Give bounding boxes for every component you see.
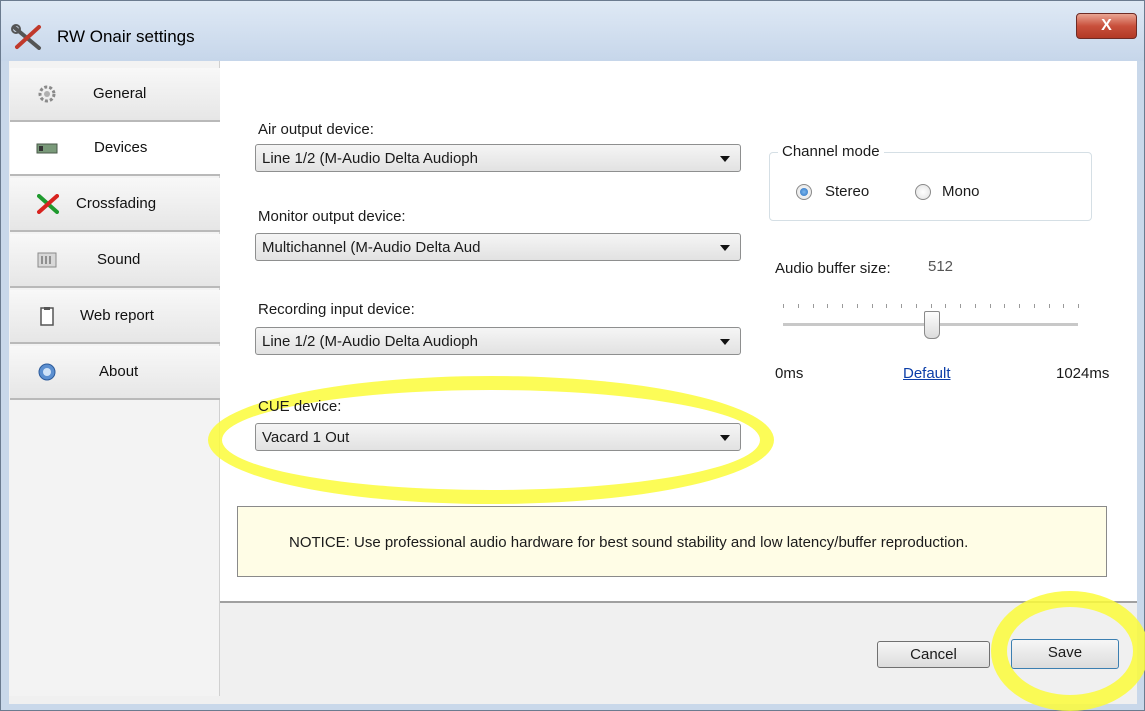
audio-buffer-label: Audio buffer size: xyxy=(775,260,891,277)
channel-mode-group: Channel mode Stereo Mono xyxy=(769,143,1092,221)
mono-label: Mono xyxy=(942,183,980,200)
sidebar-item-crossfading[interactable]: Crossfading xyxy=(10,178,221,232)
title-bar[interactable]: RW Onair settings X xyxy=(1,1,1144,61)
tools-icon xyxy=(11,24,41,50)
audio-buffer-value: 512 xyxy=(928,258,954,275)
sidebar-item-label: About xyxy=(99,363,139,380)
slider-tick xyxy=(1078,304,1079,308)
slider-tick xyxy=(945,304,946,308)
recording-input-dropdown[interactable]: Line 1/2 (M-Audio Delta Audioph xyxy=(255,327,741,355)
cancel-button[interactable]: Cancel xyxy=(877,641,990,668)
sound-card-icon xyxy=(36,143,58,154)
slider-tick xyxy=(901,304,902,308)
sidebar-item-web-report[interactable]: Web report xyxy=(10,290,221,344)
slider-tick xyxy=(886,304,887,308)
info-globe-icon xyxy=(38,363,56,381)
monitor-output-dropdown[interactable]: Multichannel (M-Audio Delta Aud xyxy=(255,233,741,261)
slider-tick xyxy=(1063,304,1064,308)
sidebar-item-label: Crossfading xyxy=(76,195,157,212)
sidebar-item-label: Web report xyxy=(80,307,154,324)
recording-input-label: Recording input device: xyxy=(258,301,415,318)
sidebar-item-about[interactable]: About xyxy=(10,346,221,400)
red-green-x-icon xyxy=(37,194,59,214)
slider-tick xyxy=(827,304,828,308)
highlight-circle xyxy=(991,591,1145,711)
channel-mode-title: Channel mode xyxy=(778,143,884,160)
slider-thumb[interactable] xyxy=(923,311,940,339)
slider-max-label: 1024ms xyxy=(1056,365,1110,382)
equalizer-icon xyxy=(37,252,57,268)
slider-tick xyxy=(931,304,932,308)
slider-tick xyxy=(990,304,991,308)
notice-text: NOTICE: Use professional audio hardware … xyxy=(289,534,969,551)
clipboard-icon xyxy=(40,307,54,326)
sidebar-item-sound[interactable]: Sound xyxy=(10,234,221,288)
cue-device-dropdown[interactable]: Vacard 1 Out xyxy=(255,423,741,451)
slider-tick xyxy=(1019,304,1020,308)
air-output-label: Air output device: xyxy=(258,121,374,138)
close-icon: X xyxy=(1101,17,1112,34)
close-button[interactable]: X xyxy=(1076,13,1137,39)
monitor-output-label: Monitor output device: xyxy=(258,208,406,225)
slider-tick xyxy=(857,304,858,308)
chevron-down-icon xyxy=(720,156,730,162)
slider-tick xyxy=(798,304,799,308)
slider-tick xyxy=(813,304,814,308)
window-title: RW Onair settings xyxy=(57,27,195,46)
gear-icon xyxy=(38,85,56,103)
devices-panel: Air output device: Line 1/2 (M-Audio Del… xyxy=(208,61,1137,603)
slider-tick xyxy=(842,304,843,308)
cue-device-label: CUE device: xyxy=(258,398,342,415)
slider-min-label: 0ms xyxy=(775,365,804,382)
sidebar-item-label: Devices xyxy=(94,139,148,156)
slider-tick xyxy=(872,304,873,308)
stereo-radio[interactable] xyxy=(796,184,812,200)
slider-tick xyxy=(1049,304,1050,308)
slider-tick xyxy=(1034,304,1035,308)
monitor-output-value: Multichannel (M-Audio Delta Aud xyxy=(262,239,481,256)
slider-tick xyxy=(960,304,961,308)
settings-window: RW Onair settings X General Devices Cros… xyxy=(0,0,1145,711)
default-link[interactable]: Default xyxy=(903,365,951,382)
slider-tick xyxy=(1004,304,1005,308)
cue-device-value: Vacard 1 Out xyxy=(262,429,350,446)
slider-tick xyxy=(783,304,784,308)
sidebar: General Devices Crossfading Sound Web re… xyxy=(9,61,222,696)
sidebar-item-label: Sound xyxy=(97,251,141,268)
slider-tick xyxy=(916,304,917,308)
air-output-value: Line 1/2 (M-Audio Delta Audioph xyxy=(262,150,478,167)
chevron-down-icon xyxy=(720,339,730,345)
air-output-dropdown[interactable]: Line 1/2 (M-Audio Delta Audioph xyxy=(255,144,741,172)
notice-box: NOTICE: Use professional audio hardware … xyxy=(237,506,1107,577)
recording-input-value: Line 1/2 (M-Audio Delta Audioph xyxy=(262,333,478,350)
chevron-down-icon xyxy=(720,245,730,251)
chevron-down-icon xyxy=(720,435,730,441)
slider-tick xyxy=(975,304,976,308)
client-area: General Devices Crossfading Sound Web re… xyxy=(9,61,1137,704)
stereo-label: Stereo xyxy=(825,183,870,200)
sidebar-item-devices[interactable]: Devices xyxy=(10,122,222,176)
mono-radio[interactable] xyxy=(915,184,931,200)
sidebar-item-general[interactable]: General xyxy=(10,68,221,122)
sidebar-item-label: General xyxy=(93,85,147,102)
